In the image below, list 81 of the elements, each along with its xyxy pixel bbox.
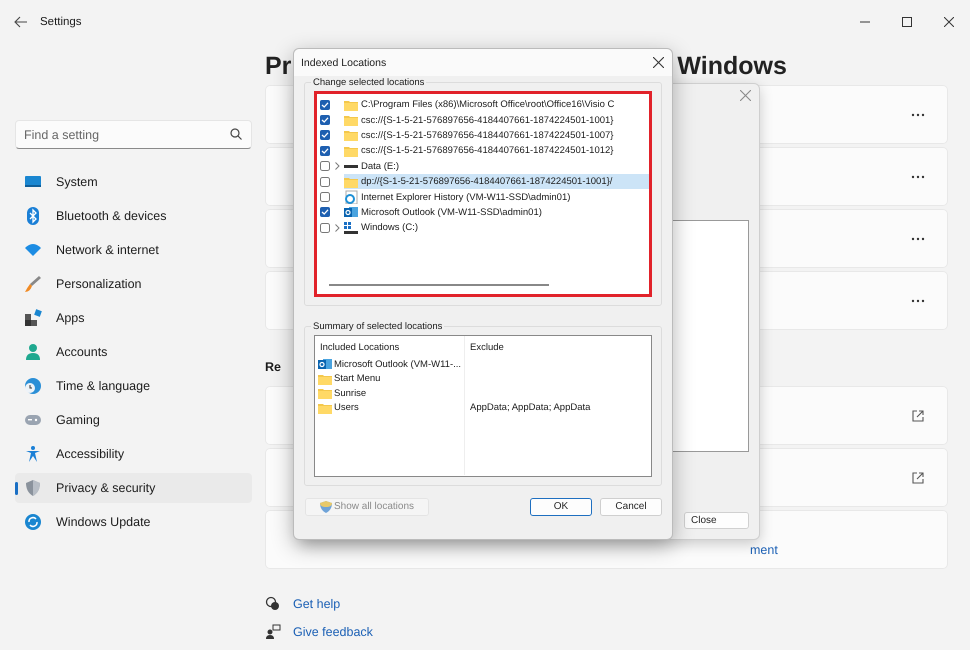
- table-cell: AppData; AppData; AppData: [470, 402, 590, 414]
- tree-item[interactable]: Data (E:): [344, 158, 649, 174]
- expand-chevron-icon[interactable]: [334, 224, 340, 232]
- more-icon[interactable]: [911, 298, 925, 302]
- checkbox[interactable]: [320, 115, 330, 126]
- dialog-title: Indexed Locations: [301, 56, 386, 68]
- link[interactable]: Get help: [293, 597, 340, 611]
- checkbox[interactable]: [320, 222, 330, 233]
- sidebar-item[interactable]: Windows Update: [15, 507, 252, 537]
- section-title: Re: [265, 360, 281, 376]
- checkbox[interactable]: [320, 161, 330, 172]
- search-icon: [230, 128, 242, 140]
- system-drive-icon: [344, 220, 358, 235]
- tree-item[interactable]: csc://{S-1-5-21-576897656-4184407661-1874224501-1007}: [344, 128, 649, 144]
- group-label: Summary of selected locations: [311, 321, 444, 332]
- accessibility-icon: [24, 445, 42, 463]
- mail-app-icon: [344, 205, 358, 220]
- sidebar-item[interactable]: Accounts: [15, 337, 252, 367]
- tree-item[interactable]: Internet Explorer History (VM-W11-SSD\admin01): [344, 189, 649, 205]
- tree-item[interactable]: C:\Program Files (x86)\Microsoft Office\root\Office16\Visio C: [344, 97, 649, 112]
- maximize-icon[interactable]: [902, 17, 912, 27]
- dialog-button[interactable]: Cancel: [600, 498, 662, 516]
- link[interactable]: Give feedback: [293, 625, 373, 639]
- folder-icon: [344, 113, 358, 128]
- table-cell: Sunrise: [334, 388, 366, 399]
- external-link-icon: [911, 408, 925, 422]
- column-header: Included Locations: [315, 336, 465, 357]
- checkbox[interactable]: [320, 146, 330, 156]
- table-cell: Start Menu: [334, 373, 380, 384]
- sidebar-item[interactable]: Gaming: [15, 405, 252, 435]
- window-title: Settings: [40, 16, 82, 28]
- folder-icon: [318, 386, 332, 400]
- sidebar-item[interactable]: Time & language: [15, 371, 252, 401]
- table-cell: Users: [334, 402, 359, 414]
- checkbox[interactable]: [320, 207, 330, 218]
- sidebar-item[interactable]: Personalization: [15, 269, 252, 299]
- shield-icon: [320, 501, 332, 513]
- external-link-icon: [911, 470, 925, 484]
- sidebar-item[interactable]: Apps: [15, 303, 252, 333]
- search-field[interactable]: Find a setting: [15, 120, 252, 149]
- checkbox[interactable]: [320, 176, 330, 187]
- tree-item[interactable]: csc://{S-1-5-21-576897656-4184407661-1874224501-1012}: [344, 143, 649, 159]
- update-icon: [24, 513, 42, 531]
- tree-item[interactable]: Windows (C:): [344, 220, 649, 236]
- close-button[interactable]: Close: [684, 512, 749, 529]
- close-icon[interactable]: [944, 17, 954, 27]
- person-icon: [24, 343, 42, 361]
- back-arrow-icon[interactable]: [14, 16, 28, 28]
- close-icon[interactable]: [653, 57, 664, 68]
- group-label: Change selected locations: [311, 77, 426, 88]
- page-title: Pr: [265, 52, 292, 80]
- mail-app-icon: [318, 357, 332, 372]
- sidebar-item[interactable]: Network & internet: [15, 235, 252, 265]
- checkbox[interactable]: [320, 192, 330, 202]
- tree-item[interactable]: dp://{S-1-5-21-576897656-4184407661-1874224501-1001}/: [344, 174, 649, 190]
- more-icon[interactable]: [911, 174, 925, 178]
- brush-icon: [24, 275, 42, 293]
- sidebar-item[interactable]: Privacy & security: [15, 473, 252, 503]
- shield-icon: [24, 479, 42, 497]
- dialog-button[interactable]: OK: [530, 498, 592, 516]
- sidebar-item[interactable]: Accessibility: [15, 439, 252, 469]
- sidebar-item[interactable]: Bluetooth & devices: [15, 201, 252, 231]
- table-cell: Microsoft Outlook (VM-W11-...: [334, 358, 462, 370]
- column-header: Exclude: [469, 341, 505, 355]
- checkbox[interactable]: [320, 100, 330, 110]
- more-icon[interactable]: [911, 112, 925, 116]
- feedback-icon: [265, 624, 281, 640]
- checkbox[interactable]: [320, 130, 330, 140]
- sidebar-item[interactable]: System: [15, 167, 252, 197]
- folder-icon: [344, 128, 358, 142]
- more-icon[interactable]: [911, 236, 925, 240]
- globe-clock-icon: [24, 377, 42, 395]
- apps-icon: [24, 309, 42, 327]
- expand-chevron-icon[interactable]: [334, 162, 340, 170]
- bluetooth-icon: [24, 207, 42, 225]
- page-title: Windows: [677, 52, 787, 80]
- link[interactable]: ment: [750, 542, 778, 556]
- tree-item[interactable]: csc://{S-1-5-21-576897656-4184407661-1874224501-1001}: [344, 112, 649, 128]
- wifi-icon: [24, 241, 42, 259]
- browser-icon: [344, 190, 358, 204]
- tree-item[interactable]: Microsoft Outlook (VM-W11-SSD\admin01): [344, 204, 649, 220]
